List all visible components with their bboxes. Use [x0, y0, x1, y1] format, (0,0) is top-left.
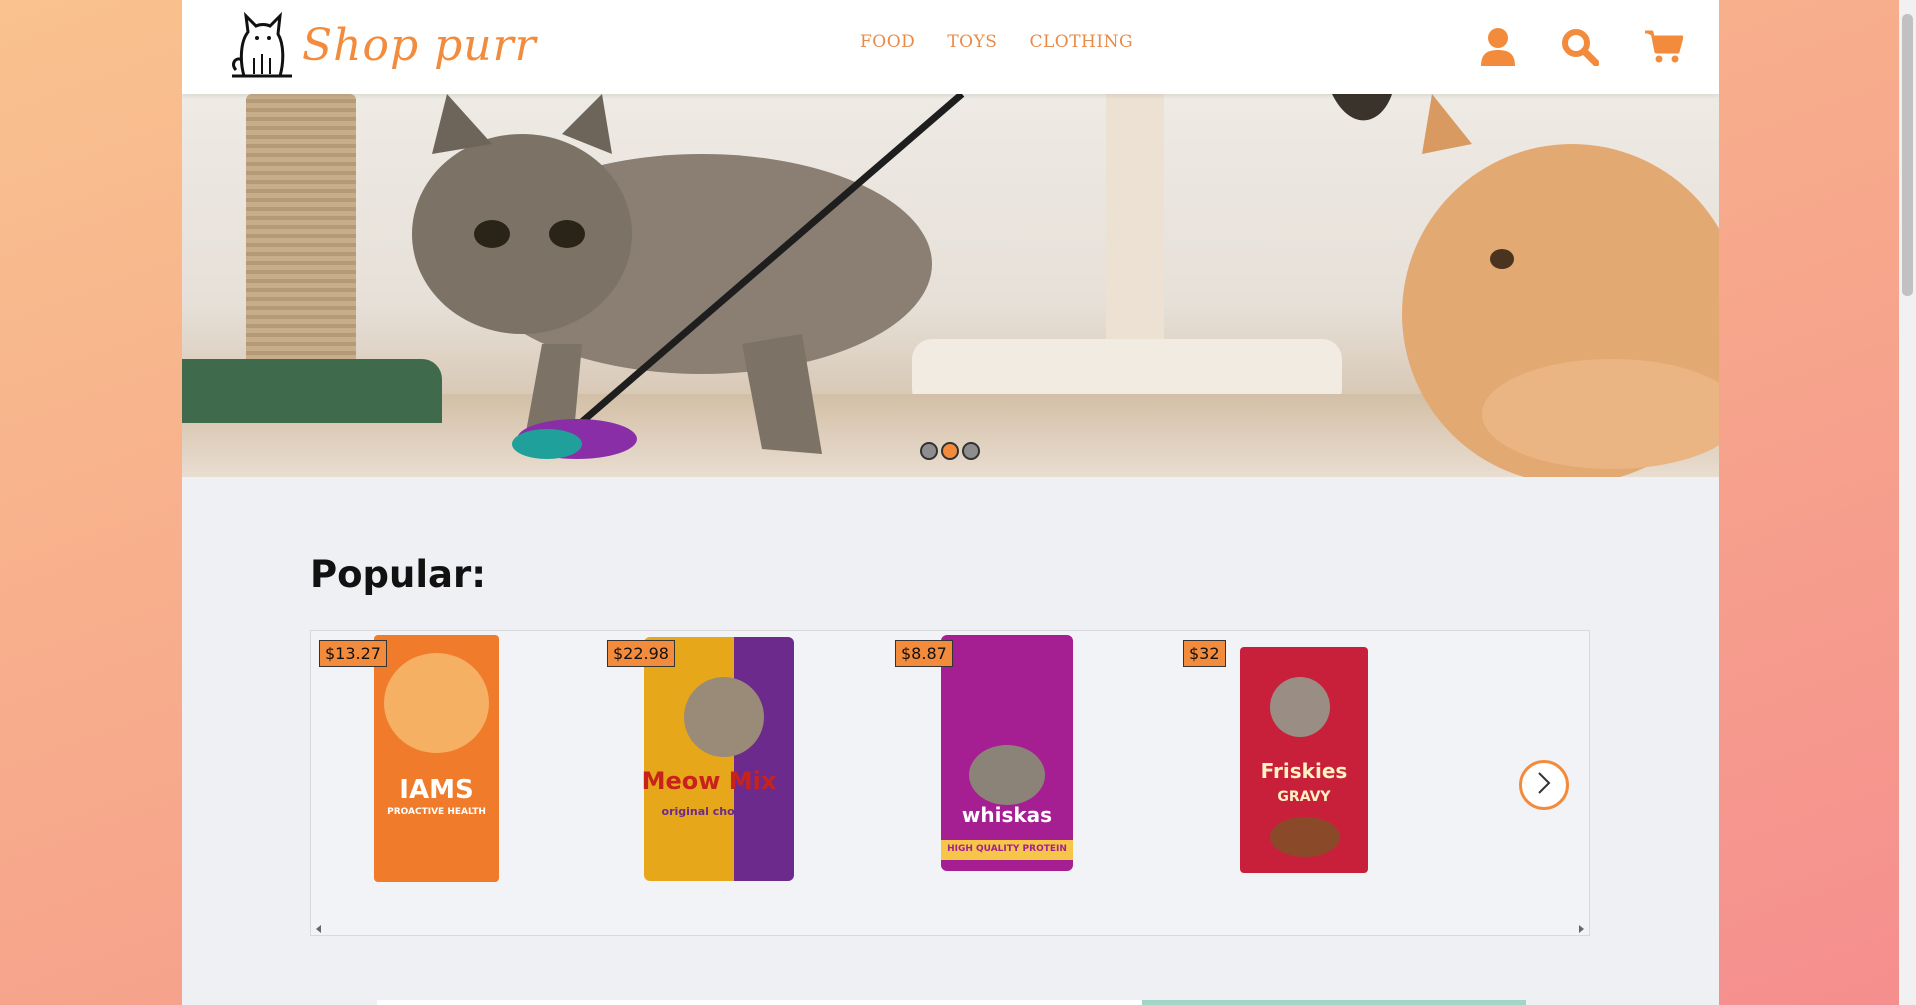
product-image: Meow Mix original choice: [642, 637, 794, 881]
search-icon[interactable]: [1561, 28, 1600, 70]
product-carousel: $13.27 IAMS PROACTIVE HEALTH $22.98 Meow…: [310, 630, 1590, 936]
cat-logo-icon: [230, 12, 294, 78]
next-section-preview-accent: [1142, 1000, 1526, 1005]
product-subtitle: PROACTIVE HEALTH: [387, 807, 486, 817]
slide-dot-3[interactable]: [962, 442, 980, 460]
carousel-next-button[interactable]: [1519, 760, 1569, 810]
main-nav: FOOD TOYS CLOTHING: [860, 32, 1133, 52]
product-image: whiskas HIGH QUALITY PROTEIN: [941, 635, 1073, 871]
product-card[interactable]: $32 Friskies GRAVY: [1175, 631, 1405, 911]
product-subtitle: GRAVY: [1277, 789, 1331, 805]
scroll-left-arrow[interactable]: [316, 925, 321, 933]
product-card[interactable]: $8.87 whiskas HIGH QUALITY PROTEIN: [887, 631, 1117, 911]
product-image: IAMS PROACTIVE HEALTH: [374, 635, 499, 882]
slider-dots: [920, 442, 980, 460]
scroll-right-arrow[interactable]: [1579, 925, 1584, 933]
product-card[interactable]: $13.27 IAMS PROACTIVE HEALTH: [311, 631, 541, 911]
logo[interactable]: Shop purr: [230, 12, 537, 78]
hero-slider: [182, 94, 1719, 477]
price-tag: $22.98: [607, 640, 675, 667]
page: Shop purr FOOD TOYS CLOTHING Popular: $1…: [182, 0, 1719, 1005]
page-scrollbar[interactable]: [1899, 0, 1916, 1005]
product-brand: whiskas: [961, 803, 1053, 827]
chevron-right-icon: [1536, 771, 1552, 799]
product-card[interactable]: $22.98 Meow Mix original choice: [599, 631, 829, 911]
product-subtitle: original choice: [661, 805, 753, 818]
next-section-preview: [377, 1000, 1147, 1005]
cart-icon[interactable]: [1645, 30, 1684, 68]
brand-name: Shop purr: [302, 19, 537, 71]
nav-toys[interactable]: TOYS: [947, 32, 997, 52]
product-brand: IAMS: [399, 775, 474, 805]
product-subtitle: HIGH QUALITY PROTEIN: [947, 844, 1067, 854]
product-brand: Friskies: [1260, 759, 1348, 783]
product-image: Friskies GRAVY: [1240, 647, 1368, 873]
header-actions: [1481, 28, 1684, 70]
price-tag: $8.87: [895, 640, 953, 667]
slide-dot-2[interactable]: [941, 442, 959, 460]
price-tag: $32: [1183, 640, 1226, 667]
scrollbar-thumb[interactable]: [1902, 14, 1913, 296]
slide-dot-1[interactable]: [920, 442, 938, 460]
site-header: Shop purr FOOD TOYS CLOTHING: [182, 0, 1719, 94]
cats-illustration: [412, 94, 1719, 477]
user-icon[interactable]: [1481, 28, 1515, 70]
popular-heading: Popular:: [310, 553, 487, 596]
nav-clothing[interactable]: CLOTHING: [1029, 32, 1133, 52]
price-tag: $13.27: [319, 640, 387, 667]
product-brand: Meow Mix: [641, 767, 777, 795]
nav-food[interactable]: FOOD: [860, 32, 915, 52]
